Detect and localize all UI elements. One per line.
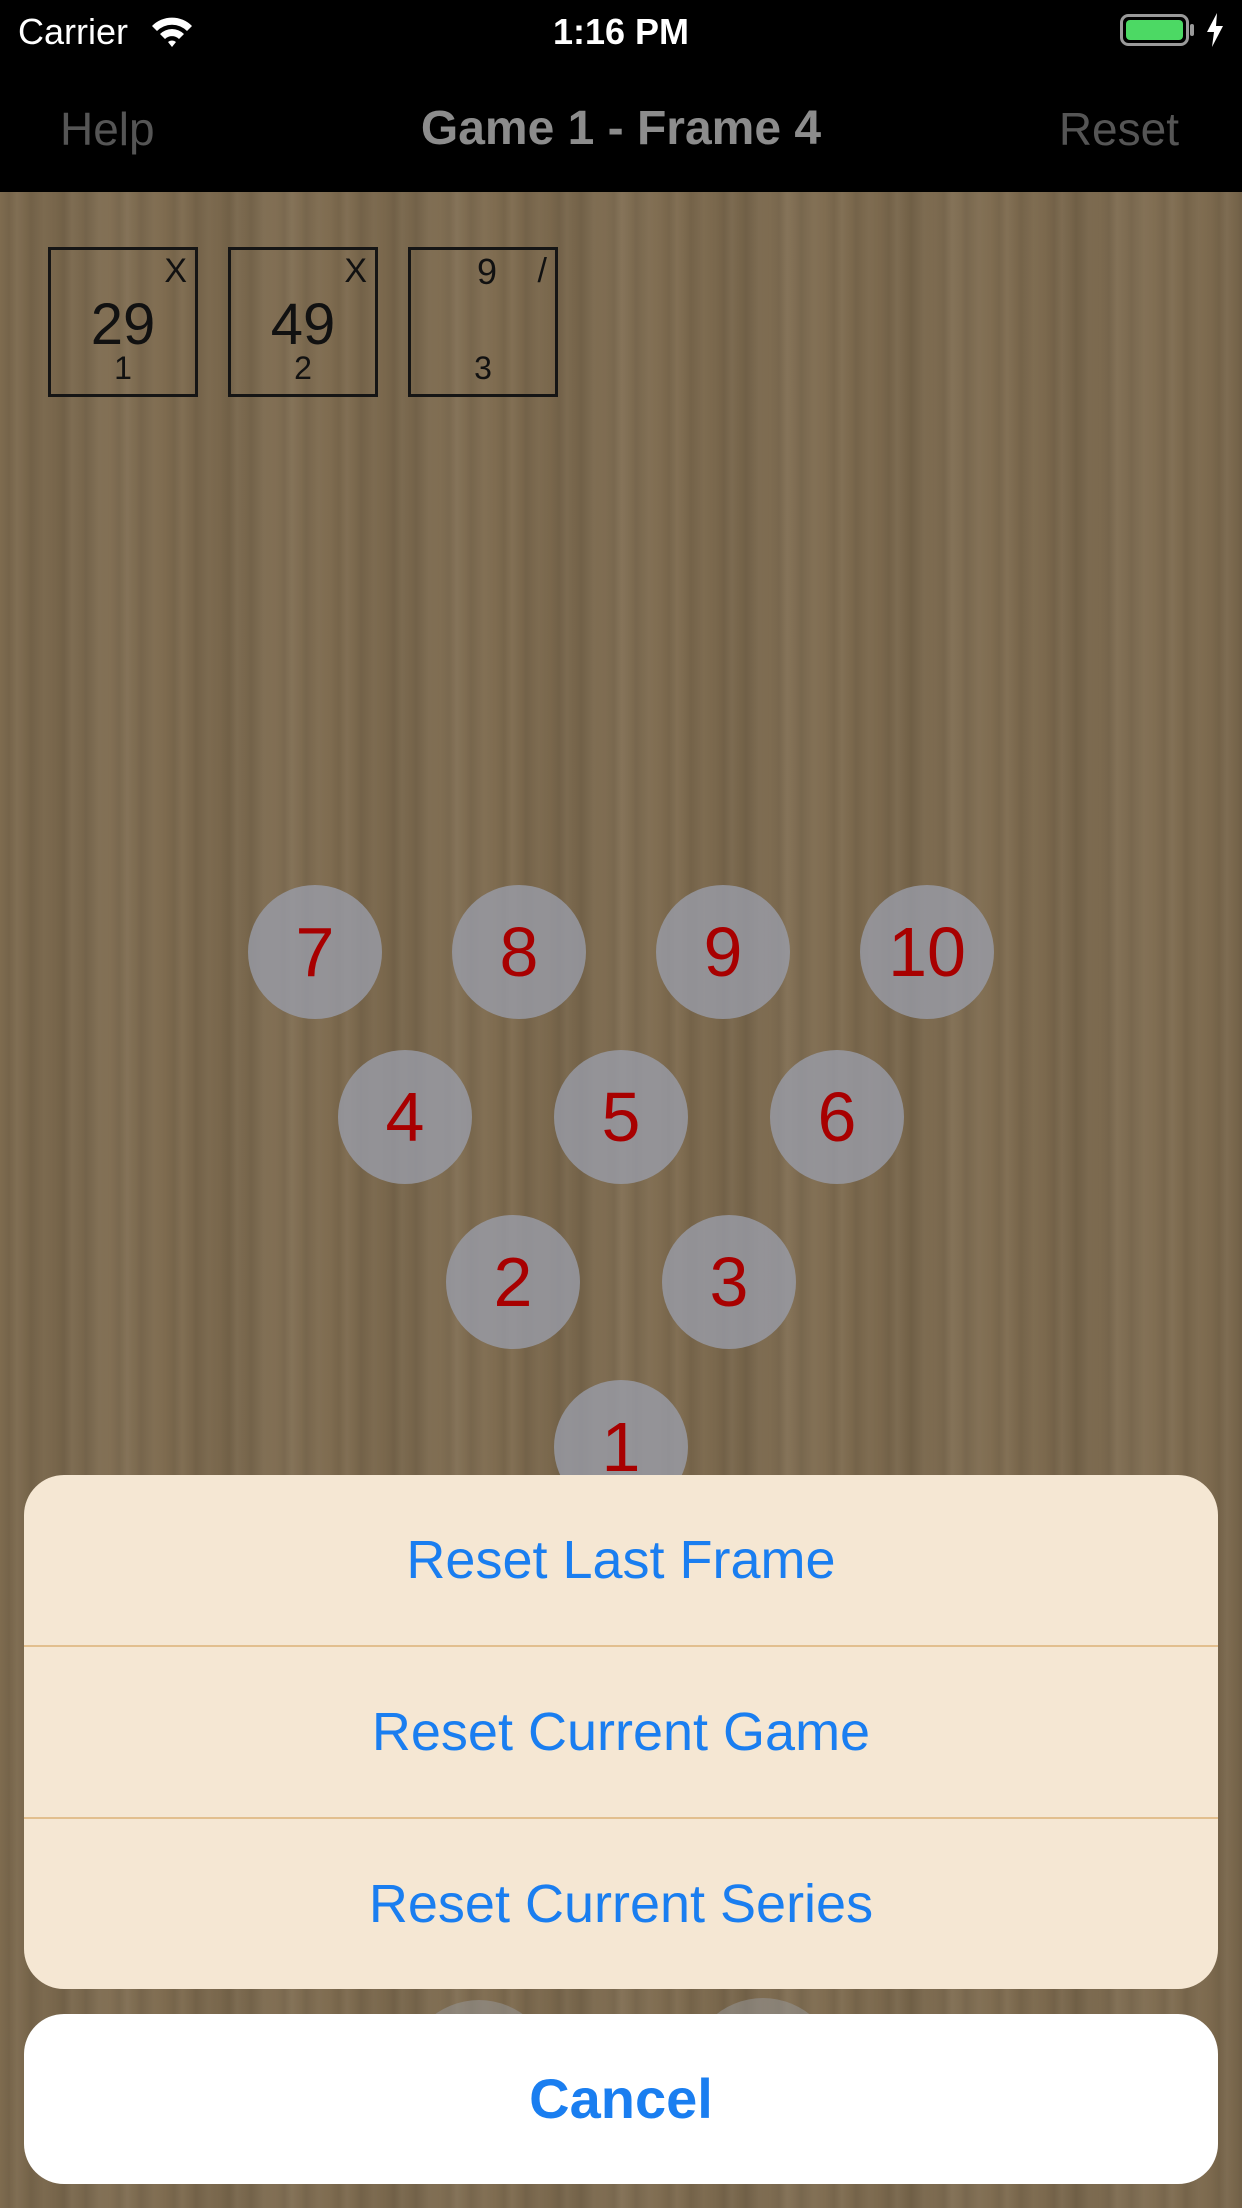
pin-9[interactable]: 9: [656, 885, 790, 1019]
pin-6[interactable]: 6: [770, 1050, 904, 1184]
pin-4[interactable]: 4: [338, 1050, 472, 1184]
pin-10[interactable]: 10: [860, 885, 994, 1019]
frame-score: 49: [270, 292, 336, 357]
frame-box-3: 9 / 3: [408, 247, 558, 397]
frame-number: 3: [474, 350, 492, 386]
reset-button[interactable]: Reset: [1059, 102, 1179, 156]
battery-icon: [1120, 14, 1194, 46]
pin-8[interactable]: 8: [452, 885, 586, 1019]
frame-box-1: X 29 1: [48, 247, 198, 397]
charging-bolt-icon: [1207, 13, 1223, 47]
pin-7[interactable]: 7: [248, 885, 382, 1019]
frame-mark: X: [344, 252, 367, 290]
navigation-bar: Help Game 1 - Frame 4 Reset: [0, 62, 1242, 192]
scorecard: X 29 1 X 49 2 9 / 3: [0, 192, 1242, 412]
pin-2[interactable]: 2: [446, 1215, 580, 1349]
pin-5[interactable]: 5: [554, 1050, 688, 1184]
frame-mark: X: [164, 252, 187, 290]
reset-current-series-button[interactable]: Reset Current Series: [24, 1819, 1218, 1989]
frame-number: 1: [114, 350, 132, 386]
reset-current-game-button[interactable]: Reset Current Game: [24, 1647, 1218, 1817]
reset-action-sheet: Reset Last Frame Reset Current Game Rese…: [24, 1475, 1218, 1989]
cancel-button[interactable]: Cancel: [24, 2014, 1218, 2184]
page-title: Game 1 - Frame 4: [420, 102, 822, 155]
frame-box-2: X 49 2: [228, 247, 378, 397]
frame-mark: /: [537, 252, 547, 290]
frame-score: 29: [90, 292, 156, 357]
status-bar: Carrier 1:16 PM: [0, 0, 1242, 62]
frame-first-ball: 9: [477, 251, 498, 292]
pin-3[interactable]: 3: [662, 1215, 796, 1349]
clock: 1:16 PM: [552, 11, 690, 52]
reset-last-frame-button[interactable]: Reset Last Frame: [24, 1475, 1218, 1645]
frame-number: 2: [294, 350, 312, 386]
